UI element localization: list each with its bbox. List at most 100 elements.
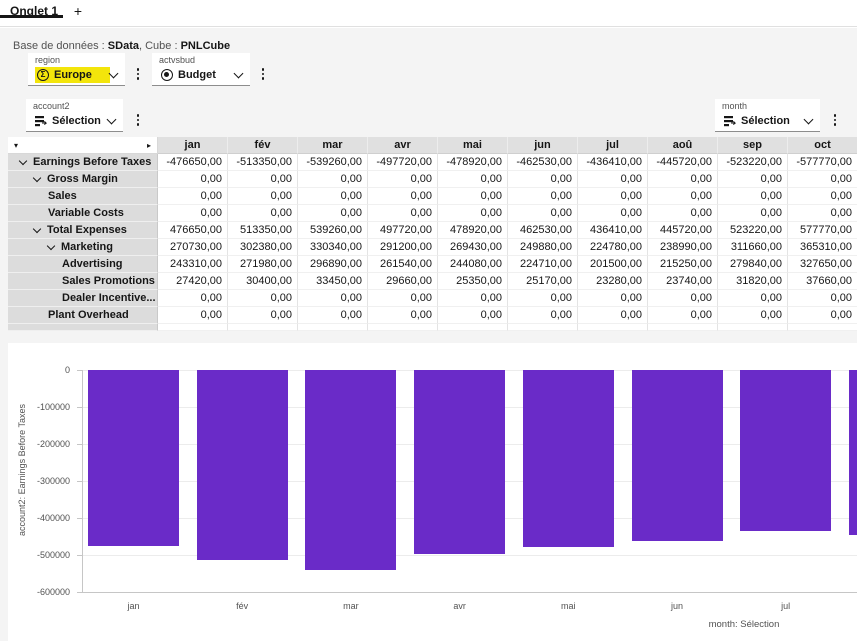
data-cell[interactable]: 302380,00 — [228, 239, 298, 256]
bar-jun[interactable] — [632, 370, 723, 541]
data-cell[interactable]: 0,00 — [298, 290, 368, 307]
data-cell[interactable]: 0,00 — [158, 307, 228, 324]
data-cell[interactable]: 23280,00 — [578, 273, 648, 290]
data-cell[interactable]: 33450,00 — [298, 273, 368, 290]
region-overflow-menu-button[interactable] — [131, 65, 145, 83]
data-cell[interactable]: 311660,00 — [718, 239, 788, 256]
data-cell[interactable]: 29660,00 — [368, 273, 438, 290]
data-cell[interactable]: -513350,00 — [228, 154, 298, 171]
data-cell[interactable]: 37660,00 — [788, 273, 857, 290]
data-cell[interactable]: 0,00 — [438, 171, 508, 188]
data-cell[interactable]: 0,00 — [508, 188, 578, 205]
data-cell[interactable]: 261540,00 — [368, 256, 438, 273]
collapse-row-icon[interactable] — [19, 157, 27, 165]
row-dimension-dropdown-icon[interactable]: ▾ — [14, 141, 18, 150]
data-cell[interactable]: 0,00 — [298, 307, 368, 324]
data-cell[interactable]: 0,00 — [228, 205, 298, 222]
data-cell[interactable]: 0,00 — [368, 307, 438, 324]
data-cell[interactable]: 0,00 — [788, 171, 857, 188]
bar-mai[interactable] — [523, 370, 614, 547]
add-tab-button[interactable]: + — [68, 1, 88, 21]
data-cell[interactable]: 497720,00 — [368, 222, 438, 239]
data-cell[interactable]: 0,00 — [648, 188, 718, 205]
collapse-row-icon[interactable] — [33, 174, 41, 182]
data-cell[interactable]: 0,00 — [578, 171, 648, 188]
expand-columns-icon[interactable]: ▸ — [147, 141, 151, 150]
data-cell[interactable]: 279840,00 — [718, 256, 788, 273]
data-cell[interactable]: 0,00 — [718, 188, 788, 205]
row-header[interactable]: Sales — [8, 188, 158, 205]
data-cell[interactable]: 244080,00 — [438, 256, 508, 273]
data-cell[interactable]: 327650,00 — [788, 256, 857, 273]
data-cell[interactable]: -462530,00 — [508, 154, 578, 171]
data-cell[interactable]: 0,00 — [648, 290, 718, 307]
filter-region-dropdown[interactable]: region Σ Europe — [28, 53, 125, 86]
data-cell[interactable]: 476650,00 — [158, 222, 228, 239]
filter-account2-dropdown[interactable]: account2 Sélection — [26, 99, 123, 132]
data-cell[interactable]: 0,00 — [508, 290, 578, 307]
data-cell[interactable]: 238990,00 — [648, 239, 718, 256]
data-cell[interactable]: -436410,00 — [578, 154, 648, 171]
bar-jul[interactable] — [740, 370, 831, 531]
table-corner-cell[interactable]: ▾▸ — [8, 137, 158, 154]
data-cell[interactable]: 0,00 — [788, 290, 857, 307]
data-cell[interactable]: 0,00 — [158, 171, 228, 188]
data-cell[interactable]: 0,00 — [158, 205, 228, 222]
data-cell[interactable]: 269430,00 — [438, 239, 508, 256]
row-header[interactable]: Gross Margin — [8, 171, 158, 188]
row-header[interactable]: Total Expenses — [8, 222, 158, 239]
row-header[interactable]: Variable Costs — [8, 205, 158, 222]
data-cell[interactable]: 0,00 — [788, 307, 857, 324]
data-cell[interactable]: 0,00 — [438, 290, 508, 307]
data-cell[interactable]: 25350,00 — [438, 273, 508, 290]
data-cell[interactable]: 291200,00 — [368, 239, 438, 256]
data-cell[interactable]: 478920,00 — [438, 222, 508, 239]
data-cell[interactable]: -523220,00 — [718, 154, 788, 171]
data-cell[interactable]: 0,00 — [508, 205, 578, 222]
data-cell[interactable]: 27420,00 — [158, 273, 228, 290]
data-cell[interactable]: -445720,00 — [648, 154, 718, 171]
data-cell[interactable]: 0,00 — [788, 205, 857, 222]
data-cell[interactable]: 513350,00 — [228, 222, 298, 239]
data-cell[interactable]: -539260,00 — [298, 154, 368, 171]
data-cell[interactable]: 0,00 — [788, 188, 857, 205]
data-cell[interactable]: 0,00 — [578, 188, 648, 205]
data-cell[interactable]: 0,00 — [228, 171, 298, 188]
chevron-down-icon[interactable] — [234, 69, 244, 79]
row-header[interactable]: Advertising — [8, 256, 158, 273]
data-cell[interactable]: 0,00 — [718, 171, 788, 188]
data-cell[interactable]: 25170,00 — [508, 273, 578, 290]
data-cell[interactable]: 0,00 — [578, 307, 648, 324]
data-cell[interactable]: 224780,00 — [578, 239, 648, 256]
column-header-aoû[interactable]: aoû — [648, 137, 718, 154]
data-cell[interactable]: 0,00 — [228, 188, 298, 205]
column-header-mai[interactable]: mai — [438, 137, 508, 154]
data-cell[interactable]: 0,00 — [368, 171, 438, 188]
row-header[interactable]: Earnings Before Taxes — [8, 154, 158, 171]
data-cell[interactable]: 0,00 — [438, 307, 508, 324]
data-cell[interactable]: 243310,00 — [158, 256, 228, 273]
data-cell[interactable]: 224710,00 — [508, 256, 578, 273]
column-header-jul[interactable]: jul — [578, 137, 648, 154]
data-cell[interactable]: 0,00 — [298, 205, 368, 222]
data-cell[interactable]: 0,00 — [368, 290, 438, 307]
column-header-oct[interactable]: oct — [788, 137, 857, 154]
tab-onglet-1[interactable]: Onglet 1 — [0, 0, 63, 27]
column-header-fév[interactable]: fév — [228, 137, 298, 154]
data-cell[interactable]: 0,00 — [368, 205, 438, 222]
row-header[interactable]: Marketing — [8, 239, 158, 256]
data-cell[interactable]: 0,00 — [718, 205, 788, 222]
data-cell[interactable]: 0,00 — [648, 205, 718, 222]
actvsbud-overflow-menu-button[interactable] — [256, 65, 270, 83]
data-cell[interactable]: 539260,00 — [298, 222, 368, 239]
data-cell[interactable]: 0,00 — [368, 188, 438, 205]
row-header[interactable]: Plant Overhead — [8, 307, 158, 324]
data-cell[interactable]: 0,00 — [578, 205, 648, 222]
data-cell[interactable]: 249880,00 — [508, 239, 578, 256]
data-cell[interactable]: -497720,00 — [368, 154, 438, 171]
data-cell[interactable]: 0,00 — [298, 171, 368, 188]
month-overflow-menu-button[interactable] — [828, 111, 842, 129]
data-cell[interactable]: 0,00 — [228, 290, 298, 307]
data-cell[interactable]: -577770,00 — [788, 154, 857, 171]
column-header-avr[interactable]: avr — [368, 137, 438, 154]
